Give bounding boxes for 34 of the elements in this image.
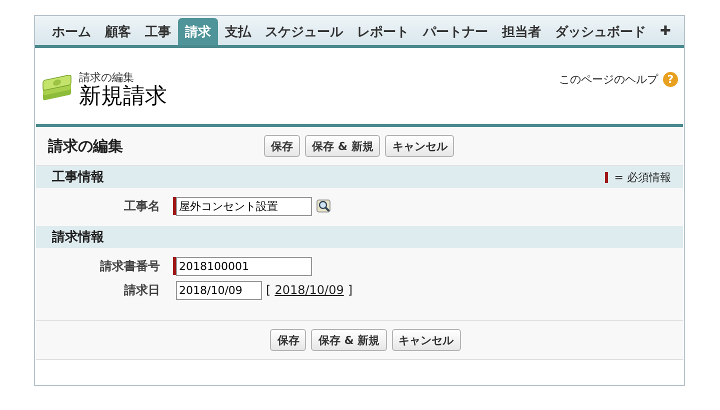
- input-field[interactable]: 2018/10/09: [176, 280, 262, 300]
- cancel-button[interactable]: キャンセル: [392, 329, 461, 351]
- help-link[interactable]: このページのヘルプ: [559, 72, 658, 86]
- bracket: [: [266, 283, 271, 297]
- nav-tab[interactable]: ホーム: [45, 18, 98, 45]
- input-field[interactable]: 屋外コンセント設置: [176, 196, 312, 216]
- input-field[interactable]: 2018100001: [176, 256, 312, 276]
- page-subtitle: 請求の編集: [79, 70, 135, 84]
- bracket: ]: [348, 283, 353, 297]
- nav-tab[interactable]: スケジュール: [258, 18, 350, 45]
- required-legend: = 必須情報: [614, 170, 671, 184]
- save-and-new-button[interactable]: 保存 & 新規: [305, 135, 380, 157]
- form-title: 請求の編集: [48, 136, 124, 156]
- nav-tab[interactable]: 顧客: [98, 18, 138, 45]
- nav-tab[interactable]: 担当者: [495, 18, 548, 45]
- field-label: 請求日: [122, 282, 160, 299]
- nav-tab[interactable]: 支払: [218, 18, 258, 45]
- field-label: 請求書番号: [98, 258, 160, 275]
- field-label: 工事名: [123, 198, 160, 215]
- date-link[interactable]: 2018/10/09: [274, 283, 344, 297]
- required-marker: [605, 172, 608, 182]
- section-title: 工事情報: [52, 169, 104, 186]
- nav-tab[interactable]: ✚: [653, 18, 678, 45]
- cancel-button[interactable]: キャンセル: [385, 135, 454, 157]
- save-and-new-button[interactable]: 保存 & 新規: [311, 329, 387, 351]
- nav-tab[interactable]: ダッシュボード: [548, 18, 653, 45]
- save-button[interactable]: 保存: [270, 329, 306, 351]
- page-title: 新規請求: [79, 85, 167, 110]
- save-button[interactable]: 保存: [264, 135, 300, 157]
- section-title: 請求情報: [52, 229, 104, 246]
- nav-tab[interactable]: レポート: [350, 18, 416, 45]
- lookup-icon[interactable]: [316, 198, 332, 214]
- nav-tab[interactable]: パートナー: [416, 18, 495, 45]
- nav-tab[interactable]: 工事: [138, 18, 178, 45]
